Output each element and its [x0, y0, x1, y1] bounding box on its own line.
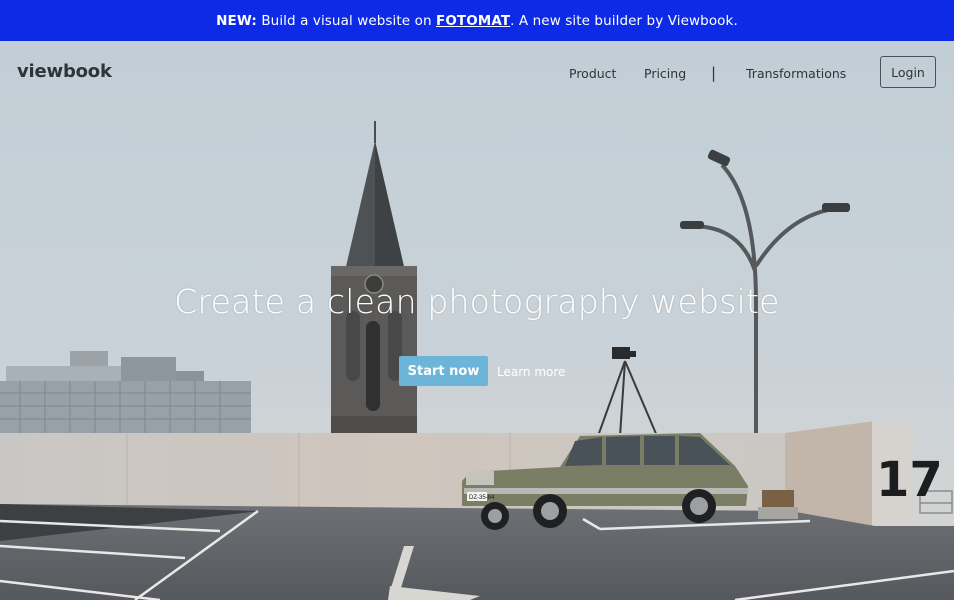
login-button[interactable]: Login — [880, 56, 936, 88]
camera-case — [758, 490, 798, 519]
nav-transformations[interactable]: Transformations — [746, 66, 846, 81]
top-nav: viewbook Product Pricing | Transformatio… — [0, 41, 954, 105]
learn-more-link[interactable]: Learn more — [497, 365, 565, 379]
announcement-prefix: NEW: — [216, 12, 257, 29]
start-now-button[interactable]: Start now — [399, 356, 488, 386]
fotomat-link[interactable]: FOTOMAT — [436, 13, 510, 29]
hero-headline: Create a clean photography website — [174, 282, 780, 321]
car-plate: DZ-35-84 — [469, 495, 495, 501]
nav-separator: | — [711, 64, 717, 82]
announcement-text-end: . A new site builder by Viewbook. — [510, 12, 738, 29]
nav-product[interactable]: Product — [569, 66, 616, 81]
announcement-text: Build a visual website on — [256, 12, 436, 29]
wall-number: 17 — [876, 452, 943, 508]
nav-pricing[interactable]: Pricing — [644, 66, 686, 81]
announcement-bar: NEW: Build a visual website on FOTOMAT. … — [0, 0, 954, 41]
brand-logo[interactable]: viewbook — [17, 61, 112, 82]
